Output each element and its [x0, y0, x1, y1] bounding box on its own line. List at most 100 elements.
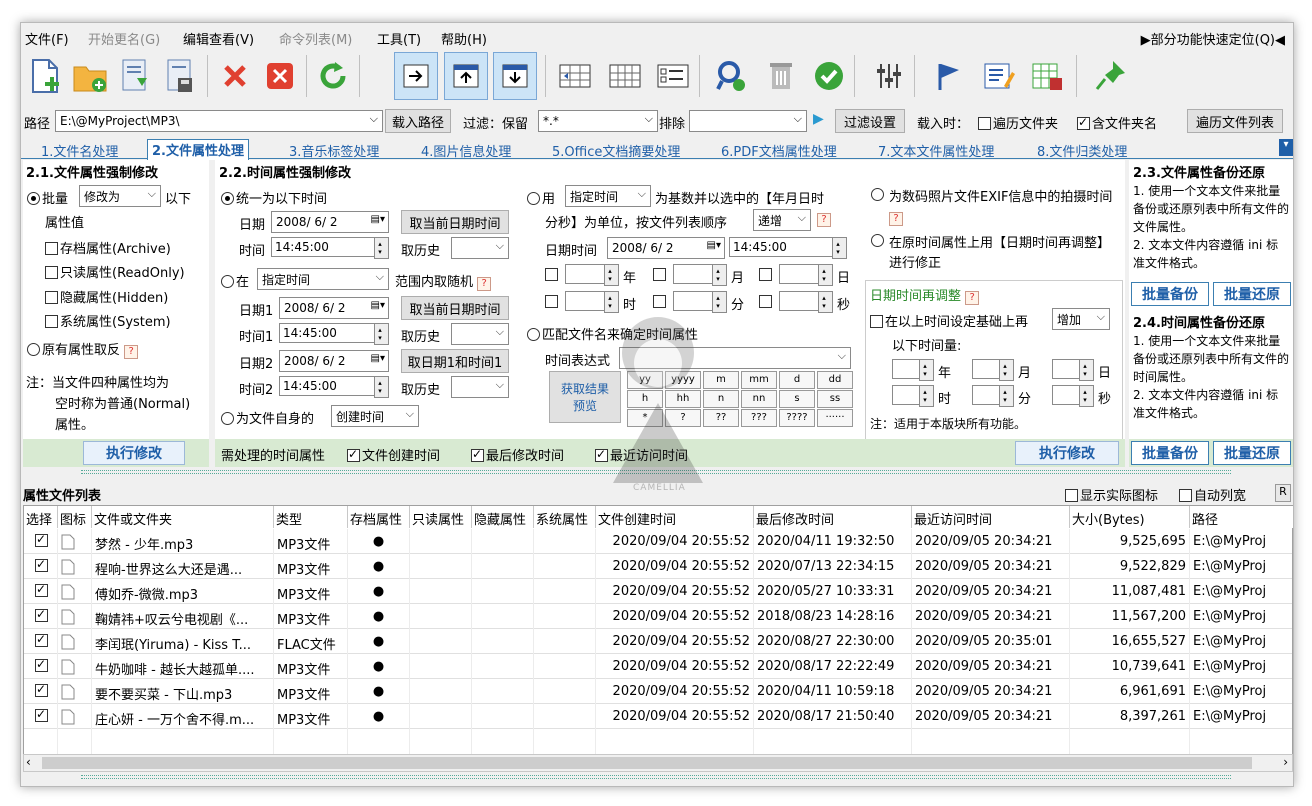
menu-editview[interactable]: 编辑查看(V) [183, 29, 254, 48]
table-row[interactable]: 庄心妍 - 一万个舍不得.m...MP3文件● 2020/09/04 20:55:… [24, 704, 1292, 729]
include-folder-checkbox[interactable]: 含文件夹名 [1077, 113, 1157, 132]
date-input[interactable]: 2008/ 6/ 2 ▤▾ [271, 211, 389, 233]
column-header-readonly[interactable]: 只读属性 [410, 506, 472, 528]
second-checkbox[interactable] [759, 295, 772, 308]
spreadsheet-icon[interactable] [1025, 52, 1069, 100]
column-header-path[interactable]: 路径 [1190, 506, 1293, 528]
time1-input[interactable]: 14:45:00 [279, 323, 389, 345]
pin-icon[interactable] [1089, 52, 1133, 100]
hour-checkbox[interactable] [545, 295, 558, 308]
readjust-checkbox[interactable]: 在以上时间设定基础上再 [870, 311, 1028, 330]
filter-settings-button[interactable]: 过滤设置 [835, 109, 905, 133]
exclude-input[interactable]: ⌵ [689, 110, 807, 132]
tab-text-properties[interactable]: 7.文本文件属性处理 [878, 141, 994, 160]
delete-icon[interactable] [213, 52, 257, 100]
date1-input[interactable]: 2008/ 6/ 2 ▤▾ [279, 297, 389, 319]
scroll-right-icon[interactable]: › [1283, 755, 1288, 769]
table-row[interactable]: 李闰珉(Yiruma) - Kiss T...FLAC文件● 2020/09/04… [24, 629, 1292, 654]
scroll-left-icon[interactable]: ‹ [26, 755, 31, 769]
system-checkbox[interactable]: 系统属性(System) [45, 311, 171, 330]
tab-pdf-properties[interactable]: 6.PDF文档属性处理 [721, 141, 837, 160]
get-date1-button[interactable]: 取日期1和时间1 [401, 349, 509, 373]
traverse-list-button[interactable]: 遍历文件列表 [1187, 109, 1283, 133]
invert-radio[interactable]: 原有属性取反 ? [27, 339, 139, 359]
column-header-icon[interactable]: 图标 [58, 506, 92, 528]
tab-music-tags[interactable]: 3.音乐标签处理 [289, 141, 379, 160]
archive-checkbox[interactable]: 存档属性(Archive) [45, 238, 171, 257]
help-icon[interactable]: ? [817, 213, 831, 227]
help-icon[interactable]: ? [889, 212, 903, 226]
column-header-archive[interactable]: 存档属性 [348, 506, 410, 528]
expr-token-button[interactable]: mm [741, 371, 777, 389]
menu-file[interactable]: 文件(F) [25, 29, 69, 48]
filter-input[interactable]: *.* ⌵ [538, 110, 658, 132]
attr-backup-button[interactable]: 批量备份 [1131, 282, 1209, 306]
new-file-icon[interactable] [23, 52, 67, 100]
adj-second-spin[interactable]: 0 [1052, 385, 1094, 407]
self-mode-select[interactable]: 创建时间 [331, 405, 419, 427]
refresh-icon[interactable] [311, 52, 355, 100]
scroll-thumb[interactable] [42, 757, 1252, 769]
row-checkbox[interactable] [35, 557, 48, 572]
sort-down-icon[interactable] [394, 52, 438, 100]
tab-office-summary[interactable]: 5.Office文档摘要处理 [552, 141, 680, 160]
table-row[interactable]: 傅如乔-微微.mp3MP3文件●2020/09/04 20:55:522020/… [24, 579, 1292, 604]
traverse-sub-checkbox[interactable]: 遍历文件夹 [978, 113, 1058, 132]
time-restore-button[interactable]: 批量还原 [1213, 441, 1291, 465]
adj-minute-spin[interactable]: 0 [972, 385, 1014, 407]
load-path-button[interactable]: 载入路径 [385, 109, 451, 133]
hidden-checkbox[interactable]: 隐藏属性(Hidden) [45, 287, 168, 306]
second-spin[interactable]: 0 [779, 291, 833, 313]
day-checkbox[interactable] [759, 268, 772, 281]
history-select[interactable] [451, 237, 509, 259]
search-icon[interactable] [709, 52, 753, 100]
created-checkbox[interactable]: 文件创建时间 [347, 445, 440, 464]
datetime-date-input[interactable]: 2008/ 6/ 2 ▤▾ [607, 237, 725, 259]
time-input[interactable]: 14:45:00 [271, 237, 389, 259]
order-select[interactable]: 递增 [753, 209, 811, 231]
menu-cmdlist[interactable]: 命令列表(M) [279, 29, 352, 48]
tab-file-classify[interactable]: 8.文件归类处理 [1037, 141, 1127, 160]
readonly-checkbox[interactable]: 只读属性(ReadOnly) [45, 262, 185, 281]
help-icon[interactable]: ? [124, 345, 139, 359]
mode-select[interactable]: 修改为 [79, 185, 161, 207]
expr-token-button[interactable]: ······ [817, 409, 853, 427]
tab-scroll-down-icon[interactable]: ▾ [1279, 139, 1293, 156]
in-radio[interactable]: 在 [221, 271, 249, 290]
import-list-icon[interactable] [113, 52, 157, 100]
column-header-modified[interactable]: 最后修改时间 [754, 506, 912, 528]
settings-sliders-icon[interactable] [867, 52, 911, 100]
checklist-icon[interactable] [651, 52, 695, 100]
adj-month-spin[interactable]: 0 [972, 359, 1014, 381]
self-radio[interactable]: 为文件自身的 [221, 408, 314, 427]
sort-top-icon[interactable] [444, 52, 488, 100]
column-header-name[interactable]: 文件或文件夹 [92, 506, 274, 528]
menu-rename[interactable]: 开始更名(G) [88, 29, 160, 48]
year-spin[interactable]: 0 [565, 264, 619, 286]
batch-radio[interactable]: 批量 [27, 188, 68, 207]
clear-icon[interactable] [258, 52, 302, 100]
time-backup-button[interactable]: 批量备份 [1131, 441, 1209, 465]
table-row[interactable]: 要不要买菜 - 下山.mp3MP3文件●2020/09/04 20:55:522… [24, 679, 1292, 704]
day-spin[interactable]: 0 [779, 264, 833, 286]
add-folder-icon[interactable] [68, 52, 112, 100]
edit-note-icon[interactable] [977, 52, 1021, 100]
table-row[interactable]: 梦然 - 少年.mp3MP3文件●2020/09/04 20:55:522020… [24, 529, 1292, 554]
date2-input[interactable]: 2008/ 6/ 2 ▤▾ [279, 350, 389, 372]
row-checkbox[interactable] [35, 532, 48, 547]
use-mode-select[interactable]: 指定时间 [565, 185, 651, 207]
sort-bottom-icon[interactable] [493, 52, 537, 100]
auto-width-checkbox[interactable]: 自动列宽 [1179, 485, 1246, 504]
row-checkbox[interactable] [35, 632, 48, 647]
show-icon-checkbox[interactable]: 显示实际图标 [1065, 485, 1158, 504]
column-header-system[interactable]: 系统属性 [534, 506, 596, 528]
play-icon[interactable]: ▶ [813, 111, 824, 127]
row-checkbox[interactable] [35, 582, 48, 597]
row-checkbox[interactable] [35, 607, 48, 622]
menu-help[interactable]: 帮助(H) [441, 29, 487, 48]
expr-token-button[interactable]: nn [741, 390, 777, 408]
month-spin[interactable]: 0 [673, 264, 727, 286]
datetime-time-input[interactable]: 14:45:00 [729, 237, 847, 259]
expr-token-button[interactable]: d [779, 371, 815, 389]
expr-token-button[interactable]: ss [817, 390, 853, 408]
